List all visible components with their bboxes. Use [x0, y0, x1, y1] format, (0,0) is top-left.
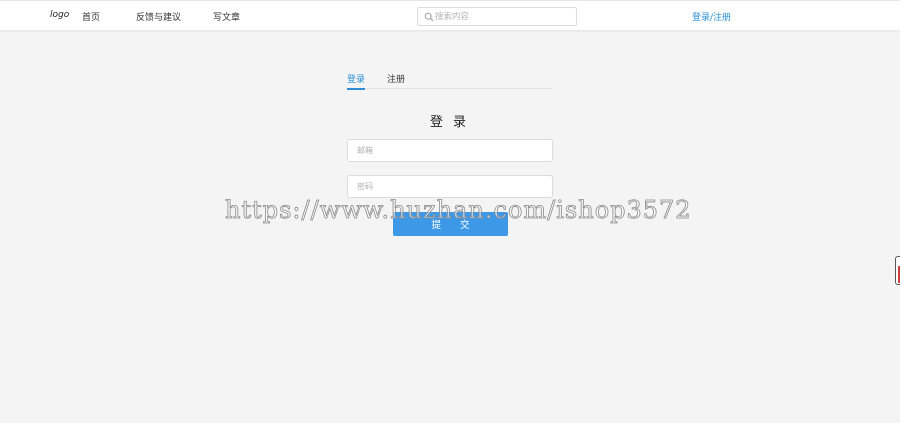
search-box [417, 7, 577, 26]
auth-tabs: 登录 注册 [347, 72, 552, 90]
nav-item-write-article[interactable]: 写文章 [213, 10, 240, 23]
search-input[interactable] [435, 9, 573, 24]
logo[interactable]: logo [50, 10, 69, 20]
search-icon[interactable] [424, 12, 434, 22]
side-scroll-handle[interactable] [895, 256, 900, 285]
email-field[interactable] [347, 139, 553, 162]
submit-button[interactable]: 提 交 [393, 212, 508, 236]
top-nav-bar: logo 首页 反馈与建议 写文章 登录/注册 [0, 0, 900, 30]
tab-login[interactable]: 登录 [347, 72, 366, 90]
password-field[interactable] [347, 175, 553, 198]
login-register-link[interactable]: 登录/注册 [692, 10, 731, 23]
tab-register[interactable]: 注册 [387, 72, 405, 89]
nav-item-home[interactable]: 首页 [82, 10, 100, 23]
nav-item-feedback[interactable]: 反馈与建议 [136, 10, 181, 23]
form-title: 登 录 [429, 115, 470, 130]
